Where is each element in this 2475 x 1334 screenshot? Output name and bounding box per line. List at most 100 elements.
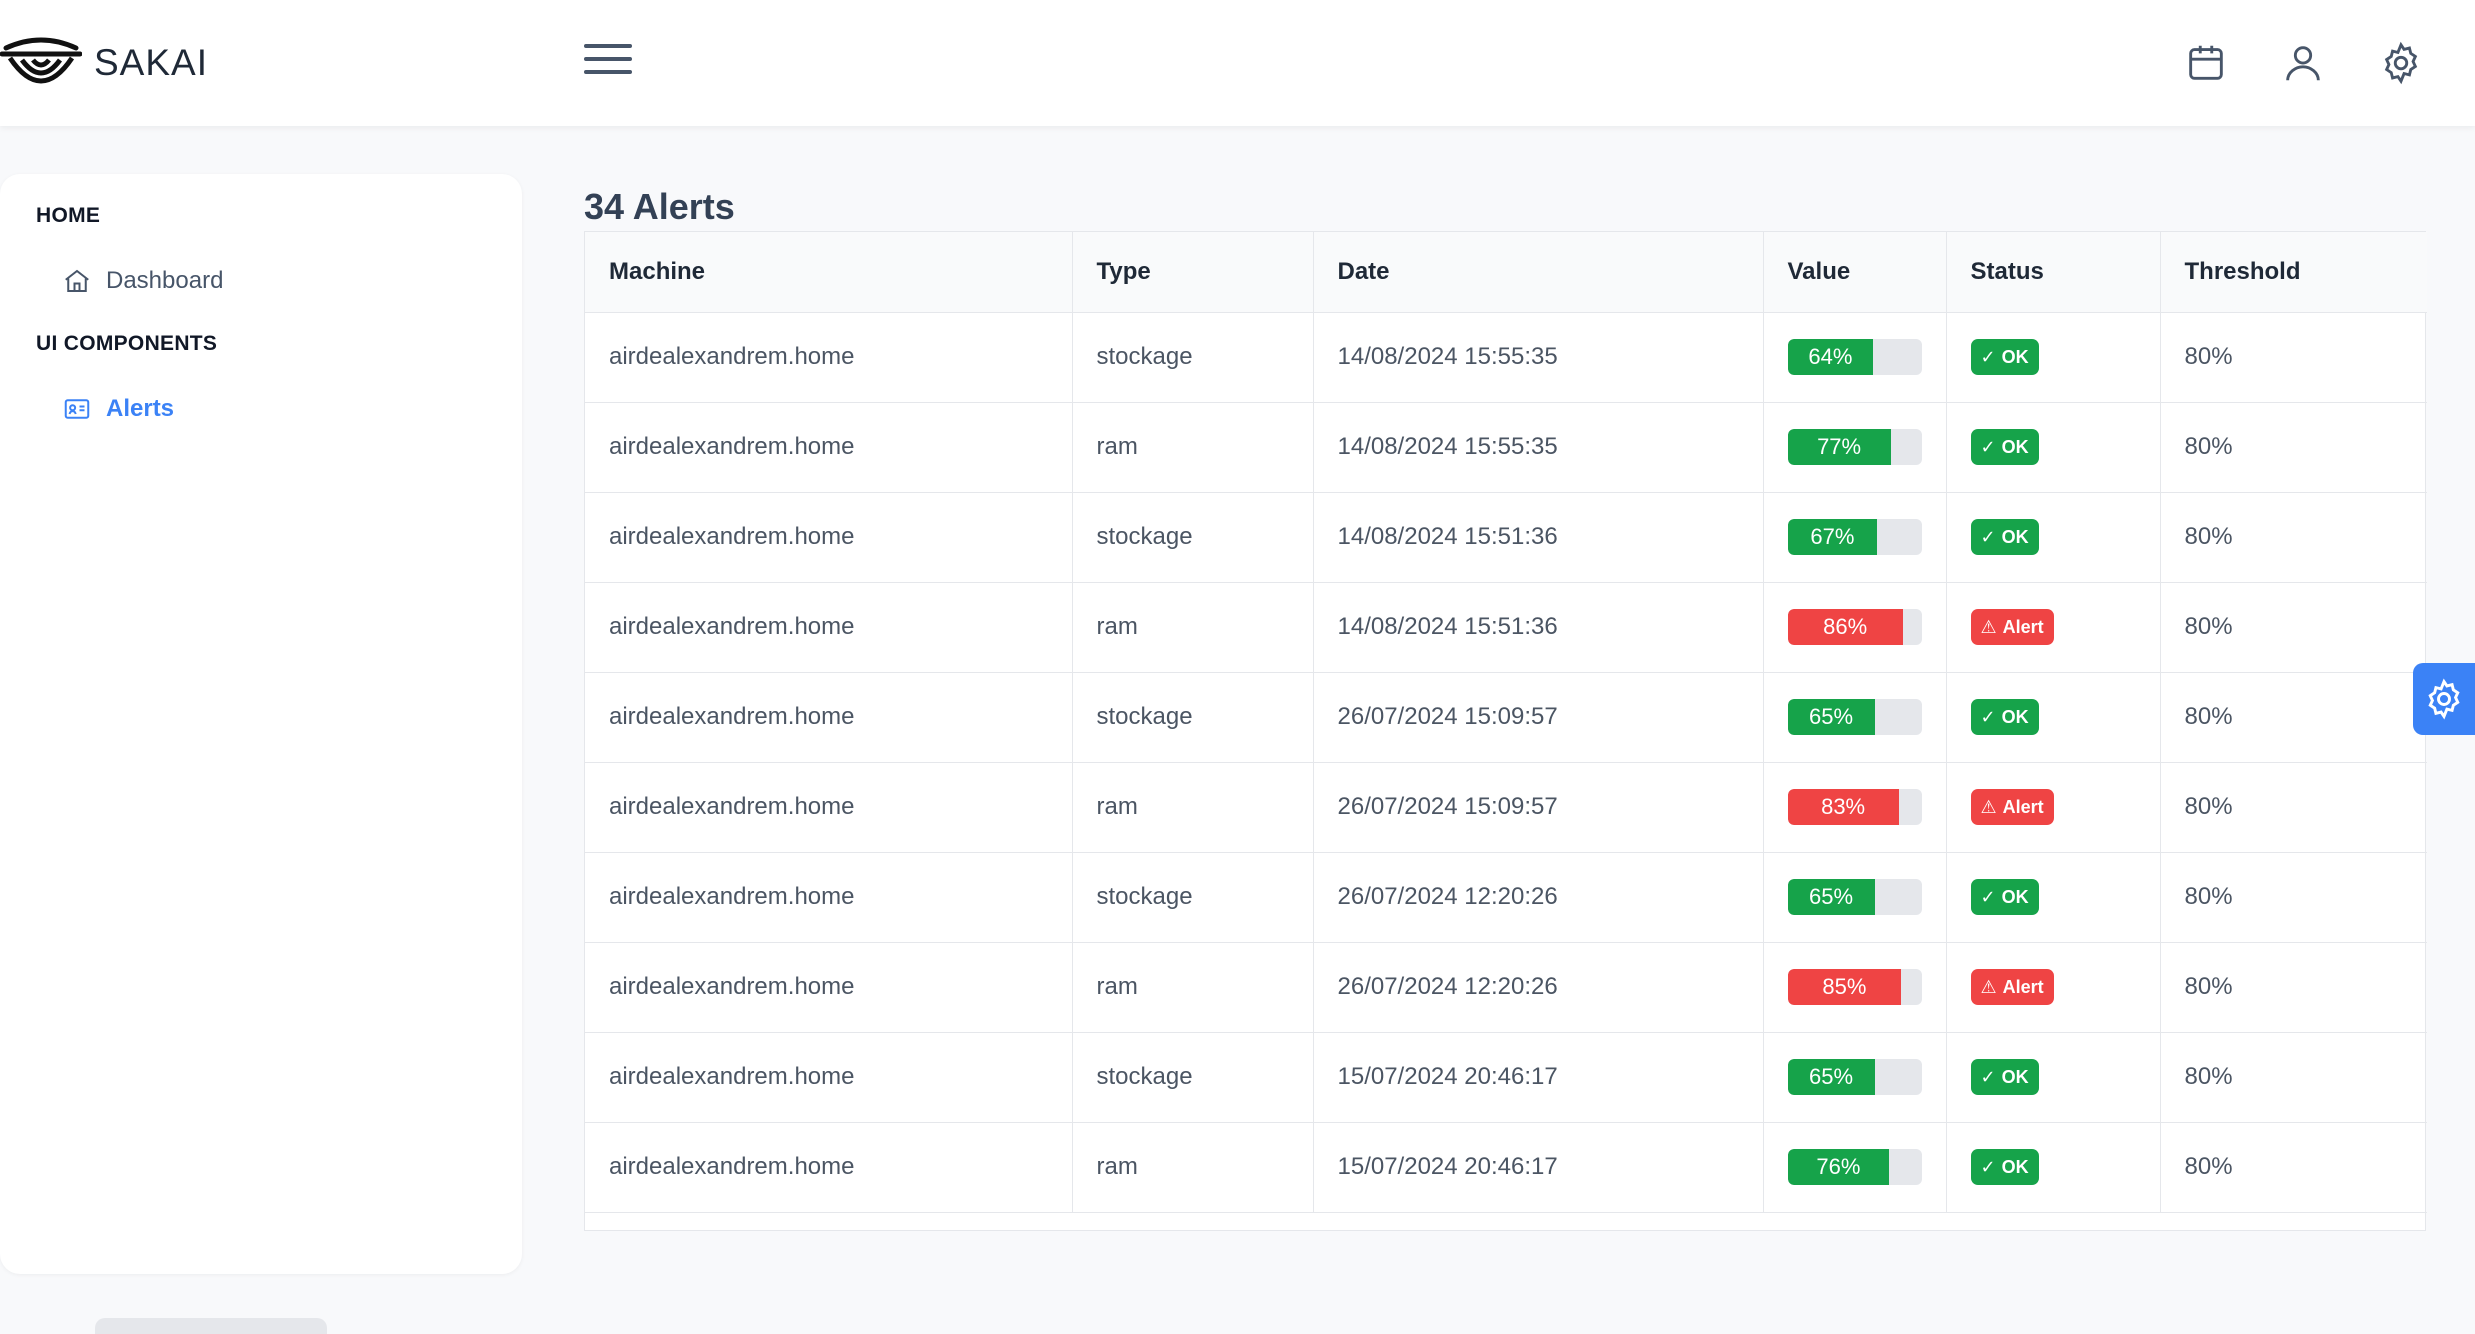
layout-config-button[interactable] (2413, 663, 2475, 735)
cell-date: 15/07/2024 20:46:17 (1313, 1122, 1764, 1213)
status-badge: ✓ OK (1970, 1149, 2039, 1185)
user-icon (2286, 46, 2320, 81)
cell-date: 14/08/2024 15:55:35 (1313, 312, 1764, 403)
value-progress-bar: 77% (1787, 429, 1922, 465)
cell-threshold: 80% (2160, 852, 2427, 943)
value-progress-bar: 86% (1787, 609, 1922, 645)
value-progress-fill: 83% (1787, 789, 1899, 825)
table-row[interactable]: airdealexandrem.home ram 26/07/2024 15:09:… (585, 762, 2427, 853)
cell-status: ✓ OK (1946, 852, 2161, 943)
table-row[interactable]: airdealexandrem.home ram 26/07/2024 12:20:… (585, 942, 2427, 1033)
cell-machine: airdealexandrem.home (585, 1122, 1073, 1213)
status-badge: ⚠ Alert (1970, 969, 2054, 1005)
status-label: OK (2001, 526, 2029, 547)
cell-value: 65% (1763, 852, 1947, 943)
settings-icon (2384, 41, 2418, 85)
cell-machine: airdealexandrem.home (585, 1032, 1073, 1123)
sidebar-item-dashboard[interactable]: Dashboard (62, 266, 223, 296)
status-badge: ✓ OK (1970, 519, 2039, 555)
table-header-row: Machine Type Date Value Status Threshold (585, 232, 2427, 313)
cell-threshold: 80% (2160, 942, 2427, 1033)
value-label: 85% (1822, 974, 1867, 999)
cell-value: 77% (1763, 402, 1947, 493)
status-label: Alert (2002, 616, 2044, 637)
value-progress-fill: 86% (1787, 609, 1903, 645)
value-progress-fill: 65% (1787, 1059, 1875, 1095)
table-row[interactable]: airdealexandrem.home stockage 15/07/2024 2… (585, 1032, 2427, 1123)
status-badge: ⚠ Alert (1970, 609, 2054, 645)
value-progress-fill: 77% (1787, 429, 1891, 465)
cell-status: ✓ OK (1946, 1032, 2161, 1123)
cell-value: 76% (1763, 1122, 1947, 1213)
alerts-table: Machine Type Date Value Status Threshold… (584, 231, 2427, 1231)
table-row[interactable]: airdealexandrem.home ram 14/08/2024 15:55:… (585, 402, 2427, 493)
value-progress-fill: 65% (1787, 699, 1875, 735)
cell-status: ⚠ Alert (1946, 582, 2161, 673)
check-icon: ✓ (1980, 436, 1996, 457)
cell-date: 26/07/2024 15:09:57 (1313, 672, 1764, 763)
column-header-date[interactable]: Date (1313, 232, 1764, 313)
table-row[interactable]: airdealexandrem.home stockage 26/07/2024 1… (585, 672, 2427, 763)
menu-toggle-button[interactable] (584, 44, 632, 84)
sidebar-item-alerts[interactable]: Alerts (62, 394, 174, 424)
value-label: 86% (1823, 614, 1868, 639)
table-row[interactable]: airdealexandrem.home ram 15/07/2024 20:46:… (585, 1122, 2427, 1213)
table-row[interactable]: airdealexandrem.home ram 14/08/2024 15:51:… (585, 582, 2427, 673)
cell-date: 14/08/2024 15:51:36 (1313, 582, 1764, 673)
cell-value: 64% (1763, 312, 1947, 403)
cell-value: 67% (1763, 492, 1947, 583)
status-badge: ✓ OK (1970, 1059, 2039, 1095)
check-icon: ✓ (1980, 526, 1996, 547)
cell-status: ✓ OK (1946, 402, 2161, 493)
cell-status: ⚠ Alert (1946, 762, 2161, 853)
status-badge: ✓ OK (1970, 339, 2039, 375)
column-header-machine[interactable]: Machine (585, 232, 1073, 313)
cell-type: ram (1072, 582, 1314, 673)
value-progress-bar: 83% (1787, 789, 1922, 825)
cell-threshold: 80% (2160, 312, 2427, 403)
value-progress-bar: 76% (1787, 1149, 1922, 1185)
app-logo[interactable]: SAKAI (0, 30, 208, 96)
column-header-threshold[interactable]: Threshold (2160, 232, 2427, 313)
cell-threshold: 80% (2160, 672, 2427, 763)
cell-machine: airdealexandrem.home (585, 942, 1073, 1033)
status-label: Alert (2002, 976, 2044, 997)
status-label: OK (2001, 706, 2029, 727)
cell-date: 15/07/2024 20:46:17 (1313, 1032, 1764, 1123)
calendar-button[interactable] (2183, 40, 2229, 86)
check-icon: ✓ (1980, 346, 1996, 367)
sidebar-item-label: Alerts (106, 395, 175, 422)
sakai-logo-icon (0, 37, 82, 84)
value-progress-fill: 67% (1787, 519, 1878, 555)
cell-value: 65% (1763, 1032, 1947, 1123)
profile-button[interactable] (2280, 40, 2326, 86)
table-row[interactable]: airdealexandrem.home stockage 14/08/2024 1… (585, 312, 2427, 403)
status-badge: ✓ OK (1970, 429, 2039, 465)
value-progress-bar: 65% (1787, 699, 1922, 735)
cell-type: stockage (1072, 492, 1314, 583)
cell-type: stockage (1072, 1032, 1314, 1123)
sidebar: HOME Dashboard UI COMPONENTS Alerts (0, 174, 522, 1334)
value-progress-bar: 64% (1787, 339, 1922, 375)
cell-status: ✓ OK (1946, 672, 2161, 763)
cell-value: 65% (1763, 672, 1947, 763)
column-header-value[interactable]: Value (1763, 232, 1947, 313)
table-row[interactable]: airdealexandrem.home stockage 26/07/2024 1… (585, 852, 2427, 943)
column-header-type[interactable]: Type (1072, 232, 1314, 313)
table-row[interactable]: airdealexandrem.home stockage 14/08/2024 1… (585, 492, 2427, 583)
warning-icon: ⚠ (1980, 616, 1997, 637)
cell-machine: airdealexandrem.home (585, 402, 1073, 493)
status-label: OK (2001, 886, 2029, 907)
menu-icon (584, 44, 632, 48)
column-header-status[interactable]: Status (1946, 232, 2161, 313)
cell-type: ram (1072, 942, 1314, 1033)
settings-button[interactable] (2378, 40, 2424, 86)
cell-type: ram (1072, 762, 1314, 853)
cell-type: stockage (1072, 312, 1314, 403)
sidebar-footer-handle (95, 1318, 327, 1334)
sidebar-section-ui-components: UI COMPONENTS (36, 332, 218, 355)
status-badge: ✓ OK (1970, 699, 2039, 735)
cell-threshold: 80% (2160, 402, 2427, 493)
cell-value: 85% (1763, 942, 1947, 1033)
cell-type: stockage (1072, 852, 1314, 943)
